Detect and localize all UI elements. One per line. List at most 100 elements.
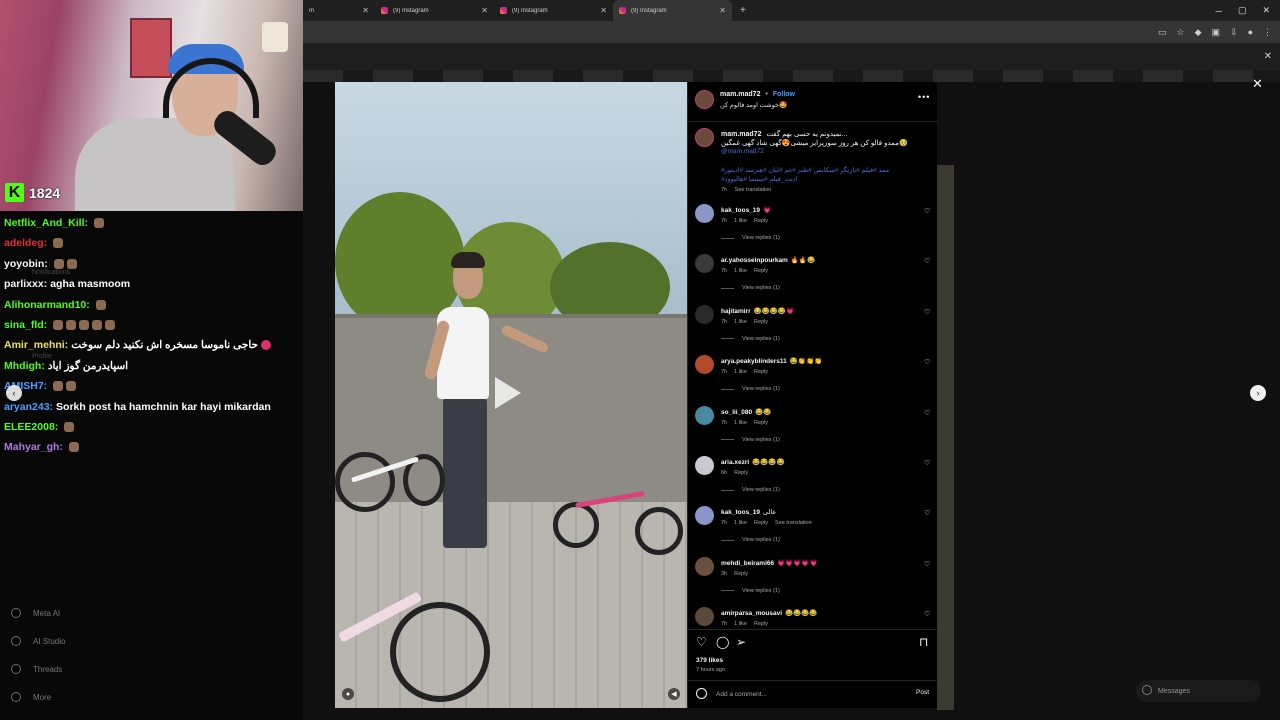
- avatar[interactable]: [695, 254, 714, 274]
- follow-button[interactable]: Follow: [773, 91, 795, 98]
- chat-username[interactable]: sina_fld:: [4, 319, 47, 331]
- comment-likes[interactable]: 1 like: [734, 268, 747, 274]
- reply-button[interactable]: Reply: [754, 218, 768, 224]
- like-comment-heart-icon[interactable]: ♡: [924, 207, 930, 215]
- comment-likes[interactable]: 1 like: [734, 520, 747, 526]
- emoji-icon[interactable]: [696, 688, 707, 699]
- minimize-icon[interactable]: ─: [1216, 6, 1222, 16]
- play-icon[interactable]: [495, 377, 521, 409]
- more-options-icon[interactable]: •••: [918, 92, 930, 102]
- comment-likes[interactable]: 1 like: [734, 621, 747, 627]
- next-post-icon[interactable]: ›: [1250, 385, 1266, 401]
- tab-close-icon[interactable]: ✕: [362, 6, 369, 15]
- add-comment-input[interactable]: [716, 688, 896, 700]
- mute-icon[interactable]: ◀: [668, 688, 680, 700]
- caption-avatar[interactable]: [695, 128, 714, 147]
- caption-username[interactable]: mam.mad72: [721, 131, 761, 138]
- bookmark-icon[interactable]: ⊓: [919, 635, 928, 649]
- chat-username[interactable]: Mhdigh:: [4, 360, 45, 372]
- comment-username[interactable]: ar.yahosseinpourkam: [721, 257, 788, 264]
- view-replies-button[interactable]: View replies (1): [721, 336, 780, 342]
- tab-close-icon[interactable]: ✕: [600, 6, 607, 15]
- reply-button[interactable]: Reply: [754, 319, 768, 325]
- avatar[interactable]: [695, 607, 714, 627]
- view-replies-button[interactable]: View replies (1): [721, 386, 780, 392]
- avatar[interactable]: [695, 355, 714, 375]
- view-replies-button[interactable]: View replies (1): [721, 537, 780, 543]
- caption-hashtags[interactable]: #ادیت_فیلم #سینما #هالیوود: [721, 175, 797, 183]
- chat-username[interactable]: ELEE2008:: [4, 421, 58, 433]
- comment-likes[interactable]: 1 like: [734, 218, 747, 224]
- post-comment-button[interactable]: Post: [916, 689, 929, 696]
- avatar[interactable]: [695, 204, 714, 223]
- avatar[interactable]: [695, 506, 714, 526]
- avatar[interactable]: [695, 456, 714, 475]
- previous-post-icon[interactable]: ‹: [6, 385, 22, 401]
- comment-likes[interactable]: 1 like: [734, 420, 747, 426]
- likes-count[interactable]: 379 likes: [696, 657, 723, 664]
- comment-icon[interactable]: ◯: [716, 635, 729, 649]
- tab-close-icon[interactable]: ✕: [481, 6, 488, 15]
- reply-button[interactable]: Reply: [734, 470, 748, 476]
- menu-icon[interactable]: ⋮: [1263, 27, 1272, 38]
- new-tab-icon[interactable]: +: [740, 5, 752, 16]
- cast-icon[interactable]: ▭: [1158, 27, 1167, 38]
- view-replies-button[interactable]: View replies (1): [721, 235, 780, 241]
- like-comment-heart-icon[interactable]: ♡: [924, 409, 930, 417]
- reply-button[interactable]: Reply: [734, 571, 748, 577]
- messages-button[interactable]: Messages: [1136, 680, 1261, 702]
- like-comment-heart-icon[interactable]: ♡: [924, 509, 930, 517]
- view-replies-button[interactable]: View replies (1): [721, 487, 780, 493]
- like-comment-heart-icon[interactable]: ♡: [924, 308, 930, 316]
- close-modal-icon[interactable]: ✕: [1252, 76, 1263, 92]
- puzzle-icon[interactable]: ▣: [1212, 27, 1221, 38]
- chat-username[interactable]: Alihonarmand10:: [4, 299, 90, 311]
- view-replies-button[interactable]: View replies (1): [721, 437, 780, 443]
- chat-username[interactable]: Netflix_And_Kill:: [4, 217, 88, 229]
- see-translation-link[interactable]: See translation: [735, 187, 772, 193]
- tagged-people-icon[interactable]: ●: [342, 688, 354, 700]
- browser-tab[interactable]: (9) Instagram ✕: [375, 0, 494, 21]
- avatar[interactable]: [695, 90, 714, 109]
- browser-tab[interactable]: m ✕: [303, 0, 375, 21]
- maximize-icon[interactable]: ▢: [1238, 5, 1247, 16]
- chat-username[interactable]: adeldeg:: [4, 237, 47, 249]
- comment-username[interactable]: aria.xezri: [721, 459, 749, 466]
- star-icon[interactable]: ☆: [1177, 27, 1185, 38]
- reply-button[interactable]: Reply: [754, 268, 768, 274]
- chat-username[interactable]: Amir_mehni:: [4, 339, 68, 351]
- caption-hashtags[interactable]: #ممد #فیلم #بازیگر #سکانس #طنز #غم #لبان…: [721, 166, 889, 174]
- reply-button[interactable]: Reply: [754, 621, 768, 627]
- view-replies-button[interactable]: View replies (1): [721, 285, 780, 291]
- downloads-icon[interactable]: ⇩: [1230, 27, 1238, 38]
- avatar[interactable]: [695, 304, 714, 324]
- extension-icon[interactable]: ◆: [1195, 27, 1202, 38]
- comment-likes[interactable]: 1 like: [734, 319, 747, 325]
- reply-button[interactable]: Reply: [754, 369, 768, 375]
- like-comment-heart-icon[interactable]: ♡: [924, 610, 930, 618]
- chat-username[interactable]: yoyobin:: [4, 258, 48, 270]
- chat-username[interactable]: aryan243:: [4, 401, 53, 413]
- see-translation-link[interactable]: See translation: [775, 520, 812, 526]
- like-comment-heart-icon[interactable]: ♡: [924, 257, 930, 265]
- caption-mention-link[interactable]: @mam.mad72: [721, 148, 764, 155]
- close-window-icon[interactable]: ✕: [1262, 5, 1270, 16]
- post-video[interactable]: ● ◀: [335, 82, 687, 708]
- comment-username[interactable]: hajitamirr: [721, 308, 751, 315]
- chat-username[interactable]: Mahyar_gh:: [4, 441, 63, 453]
- close-infobar-icon[interactable]: ✕: [1264, 51, 1272, 62]
- comment-username[interactable]: amirparsa_mousavi: [721, 610, 782, 617]
- comment-username[interactable]: mehdi_beirami66: [721, 560, 774, 567]
- like-comment-heart-icon[interactable]: ♡: [924, 358, 930, 366]
- comment-username[interactable]: kak_toos_19: [721, 207, 760, 214]
- profile-icon[interactable]: ●: [1248, 27, 1253, 37]
- tab-close-icon[interactable]: ✕: [719, 6, 726, 15]
- chat-username[interactable]: parlixxx:: [4, 278, 47, 290]
- avatar[interactable]: [695, 405, 714, 425]
- heart-icon[interactable]: ♡: [696, 635, 707, 649]
- browser-tab-active[interactable]: (9) Instagram ✕: [613, 0, 732, 21]
- like-comment-heart-icon[interactable]: ♡: [924, 560, 930, 568]
- view-replies-button[interactable]: View replies (1): [721, 588, 780, 594]
- share-icon[interactable]: ➢: [736, 635, 746, 649]
- reply-button[interactable]: Reply: [754, 420, 768, 426]
